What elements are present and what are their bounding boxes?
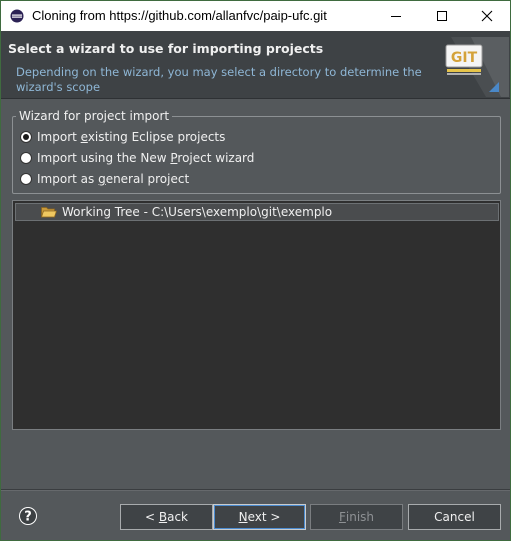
- wizard-import-group: Wizard for project import Import existin…: [12, 109, 501, 194]
- group-legend: Wizard for project import: [16, 109, 173, 123]
- radio-label: Import as general project: [37, 172, 190, 186]
- dialog-window: Cloning from https://github.com/allanfvc…: [0, 0, 511, 541]
- close-button[interactable]: [464, 1, 510, 31]
- svg-text:?: ?: [24, 510, 32, 525]
- back-button[interactable]: < Back: [120, 504, 213, 530]
- maximize-button[interactable]: [419, 1, 465, 31]
- git-logo-text: GIT: [451, 50, 478, 66]
- tree-item-working-tree[interactable]: Working Tree - C:\Users\exemplo\git\exem…: [15, 203, 499, 221]
- title-bar: Cloning from https://github.com/allanfvc…: [1, 1, 510, 31]
- cancel-button[interactable]: Cancel: [408, 504, 501, 530]
- window-title: Cloning from https://github.com/allanfvc…: [32, 8, 327, 23]
- eclipse-icon: [10, 9, 24, 23]
- minimize-icon: [391, 16, 401, 17]
- next-button[interactable]: Next >: [213, 504, 306, 530]
- wizard-description: Depending on the wizard, you may select …: [16, 65, 422, 94]
- radio-button[interactable]: [20, 131, 32, 143]
- wizard-title: Select a wizard to use for importing pro…: [8, 41, 324, 56]
- working-tree-list[interactable]: Working Tree - C:\Users\exemplo\git\exem…: [12, 200, 501, 430]
- help-icon[interactable]: ?: [18, 506, 38, 526]
- radio-new-project-wizard[interactable]: Import using the New Project wizard: [20, 149, 254, 167]
- radio-import-existing[interactable]: Import existing Eclipse projects: [20, 128, 225, 146]
- radio-button[interactable]: [20, 173, 32, 185]
- radio-general-project[interactable]: Import as general project: [20, 170, 189, 188]
- open-folder-icon: [41, 207, 57, 218]
- wizard-header: Select a wizard to use for importing pro…: [1, 31, 510, 99]
- radio-button[interactable]: [20, 152, 32, 164]
- close-icon: [481, 10, 493, 22]
- minimize-button[interactable]: [373, 1, 419, 31]
- radio-label: Import using the New Project wizard: [37, 151, 255, 165]
- maximize-icon: [437, 11, 447, 21]
- tree-item-label: Working Tree - C:\Users\exemplo\git\exem…: [62, 205, 333, 219]
- git-wizard-logo: GIT: [445, 37, 509, 97]
- finish-button[interactable]: Finish: [310, 504, 403, 530]
- radio-label: Import existing Eclipse projects: [37, 130, 226, 144]
- separator-highlight: [1, 490, 510, 491]
